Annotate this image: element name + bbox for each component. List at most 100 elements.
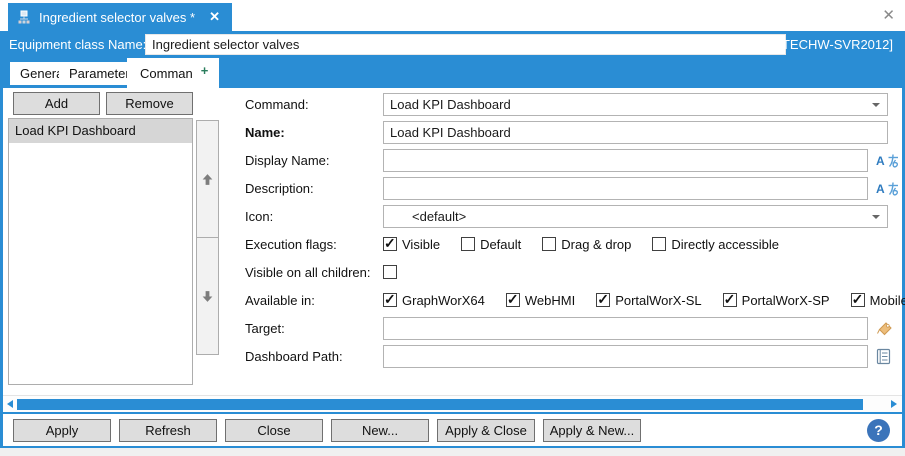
command-dropdown-value: Load KPI Dashboard: [390, 96, 511, 112]
checkbox-unchecked[interactable]: [542, 237, 557, 251]
scroll-left-icon[interactable]: [7, 400, 13, 408]
command-dropdown[interactable]: Load KPI Dashboard: [383, 92, 888, 116]
close-button[interactable]: Close: [225, 418, 323, 442]
scrollbar-thumb[interactable]: [17, 399, 863, 410]
target-label: Target:: [245, 320, 285, 336]
available-in-row: Available in: GraphWorX64 WebHMI PortalWor…: [245, 286, 905, 314]
chevron-down-icon: [872, 214, 880, 219]
checkbox-checked[interactable]: [850, 291, 865, 308]
command-label: Command:: [245, 96, 309, 112]
dashboard-path-input[interactable]: [384, 345, 867, 367]
remove-command-button[interactable]: Remove: [106, 92, 193, 115]
description-input[interactable]: [384, 177, 867, 199]
icon-label: Icon:: [245, 208, 274, 224]
pane-close-icon[interactable]: ✕: [882, 6, 895, 24]
add-tab-button[interactable]: +: [193, 61, 216, 80]
checkbox-label: Directly accessible: [671, 236, 780, 252]
checkbox-label: PortalWorX-SP: [741, 292, 830, 308]
checkbox-option[interactable]: GraphWorX64: [383, 291, 485, 308]
tab-strip: General Parameters Commands +: [0, 58, 905, 88]
svg-text:A: A: [876, 154, 885, 168]
checkbox-option[interactable]: MobileHMI: [850, 291, 905, 308]
help-button[interactable]: ?: [867, 418, 890, 442]
target-row: Target:: [245, 314, 900, 342]
equipment-class-icon: [17, 10, 31, 25]
checkbox-label: Visible: [402, 236, 441, 252]
command-row: Command: Load KPI Dashboard: [245, 90, 900, 118]
display-name-input[interactable]: [384, 149, 867, 171]
command-list-item[interactable]: Load KPI Dashboard: [9, 119, 192, 143]
horizontal-scrollbar[interactable]: [3, 395, 902, 412]
display-name-field-box: [383, 148, 868, 172]
checkbox-label: Drag & drop: [561, 236, 632, 252]
commands-content: Add Remove Load KPI Dashboard Command: L…: [3, 88, 905, 395]
equipment-name-label: Equipment class Name:: [9, 37, 147, 52]
checkbox-checked[interactable]: [722, 291, 737, 308]
checkbox-label: Default: [480, 236, 522, 252]
display-name-label: Display Name:: [245, 152, 330, 168]
move-down-button[interactable]: [196, 238, 219, 355]
available-in-label: Available in:: [245, 292, 315, 308]
target-field-box: [383, 316, 868, 340]
checkbox-checked[interactable]: [383, 235, 397, 252]
checkbox-unchecked[interactable]: [461, 237, 476, 251]
command-form: Command: Load KPI Dashboard Name: Displa…: [245, 90, 905, 370]
add-command-button[interactable]: Add: [13, 92, 100, 115]
svg-text:A: A: [876, 182, 885, 196]
execution-flags-label: Execution flags:: [245, 236, 337, 252]
execution-flags-row: Execution flags: Visible Default Drag & dr…: [245, 230, 900, 258]
scroll-right-icon[interactable]: [891, 400, 897, 408]
checkbox-option[interactable]: PortalWorX-SP: [722, 291, 830, 308]
name-input[interactable]: [384, 121, 887, 143]
checkbox-label: PortalWorX-SL: [615, 292, 702, 308]
tab-close-icon[interactable]: ✕: [209, 9, 220, 25]
checkbox-checked[interactable]: [505, 291, 520, 308]
reorder-controls: [196, 120, 219, 355]
name-field-box: [383, 120, 888, 144]
checkbox-checked[interactable]: [596, 291, 611, 308]
apply-and-new-button[interactable]: Apply & New...: [543, 418, 641, 442]
visible-all-children-row: Visible on all children:: [245, 258, 900, 286]
tag-browse-icon[interactable]: [876, 320, 894, 337]
move-up-button[interactable]: [196, 120, 219, 238]
name-row: Name:: [245, 118, 900, 146]
localization-icon[interactable]: A: [876, 153, 900, 168]
checkbox-unchecked[interactable]: [383, 265, 397, 279]
icon-dropdown[interactable]: <default>: [383, 204, 888, 228]
target-input[interactable]: [384, 317, 867, 339]
checkbox-option[interactable]: PortalWorX-SL: [596, 291, 702, 308]
localization-icon[interactable]: A: [876, 181, 900, 196]
checkbox-option[interactable]: Visible: [383, 235, 441, 252]
equipment-class-editor-window: Ingredient selector valves * ✕ ✕ Equipme…: [0, 0, 905, 456]
checkbox-option[interactable]: Drag & drop: [542, 237, 631, 252]
checkbox-label: MobileHMI: [869, 292, 905, 308]
commands-tab-panel: Add Remove Load KPI Dashboard Command: L…: [0, 88, 905, 448]
footer-button-bar: Apply Refresh Close New... Apply & Close Appl…: [3, 412, 902, 446]
down-arrow-icon: [201, 289, 214, 304]
icon-dropdown-value: <default>: [412, 208, 467, 224]
apply-button[interactable]: Apply: [13, 418, 111, 442]
checkbox-label: GraphWorX64: [402, 292, 485, 308]
new-button[interactable]: New...: [331, 418, 429, 442]
description-label: Description:: [245, 180, 314, 196]
description-field-box: [383, 176, 868, 200]
description-row: Description: A: [245, 174, 900, 202]
server-name-badge: [TECHW-SVR2012]: [778, 37, 893, 52]
up-arrow-icon: [201, 172, 214, 187]
equipment-name-bar: Equipment class Name: [TECHW-SVR2012]: [0, 31, 905, 58]
checkbox-unchecked[interactable]: [652, 237, 667, 251]
checkbox-option[interactable]: Directly accessible: [652, 237, 779, 252]
chevron-down-icon: [872, 102, 880, 107]
checkbox-option[interactable]: WebHMI: [505, 291, 576, 308]
dashboard-path-label: Dashboard Path:: [245, 348, 343, 364]
refresh-button[interactable]: Refresh: [119, 418, 217, 442]
file-browse-icon[interactable]: [876, 348, 891, 365]
execution-flags-group: Visible Default Drag & drop Directly access…: [383, 235, 779, 252]
equipment-name-input[interactable]: [145, 34, 786, 55]
document-tab-title: Ingredient selector valves *: [39, 9, 196, 25]
checkbox-option[interactable]: Default: [461, 237, 521, 252]
checkbox-label: WebHMI: [524, 292, 576, 308]
apply-and-close-button[interactable]: Apply & Close: [437, 418, 535, 442]
checkbox-checked[interactable]: [383, 291, 397, 308]
document-tab-ingredient-selector-valves[interactable]: Ingredient selector valves * ✕: [8, 3, 232, 31]
